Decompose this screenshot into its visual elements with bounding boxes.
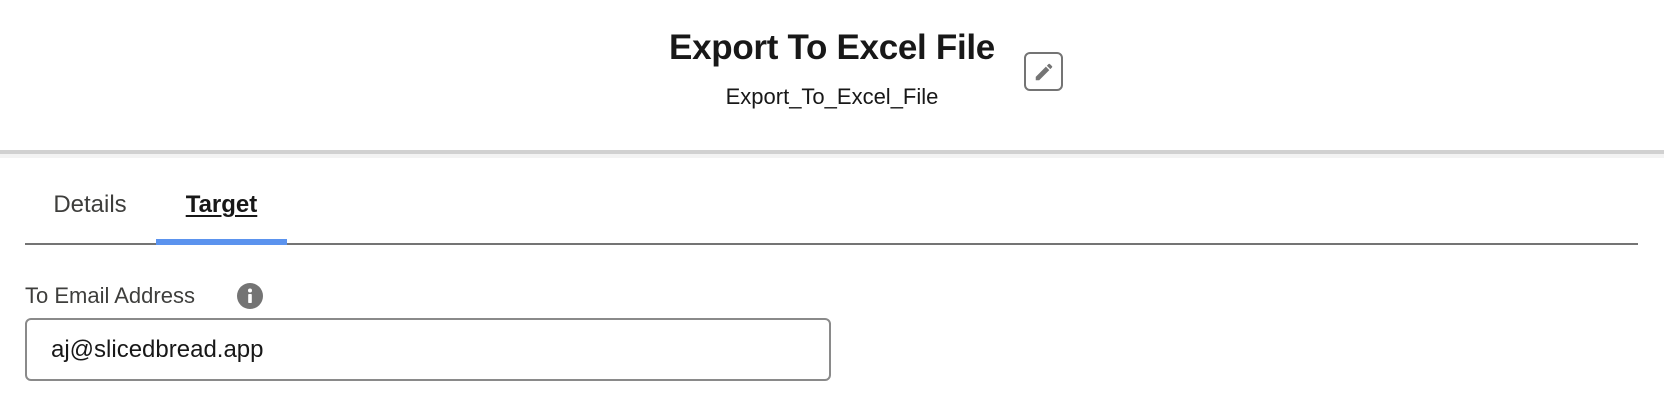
tab-bar: Details Target [25,158,1638,245]
tab-details-label: Details [53,191,127,218]
tab-details[interactable]: Details [25,158,155,243]
tab-target-label: Target [185,191,258,218]
active-tab-indicator [156,239,287,245]
content-panel: Details Target To Email Address [0,158,1664,408]
to-email-input[interactable] [25,318,831,381]
pencil-icon [1035,63,1052,80]
edit-button[interactable] [1024,52,1063,91]
api-name: Export_To_Excel_File [725,84,939,109]
to-email-label: To Email Address [25,283,195,308]
info-icon[interactable] [236,282,264,310]
page-title: Export To Excel File [669,28,995,67]
record-header: Export To Excel File Export_To_Excel_Fil… [0,0,1664,154]
tab-target[interactable]: Target [156,158,287,245]
